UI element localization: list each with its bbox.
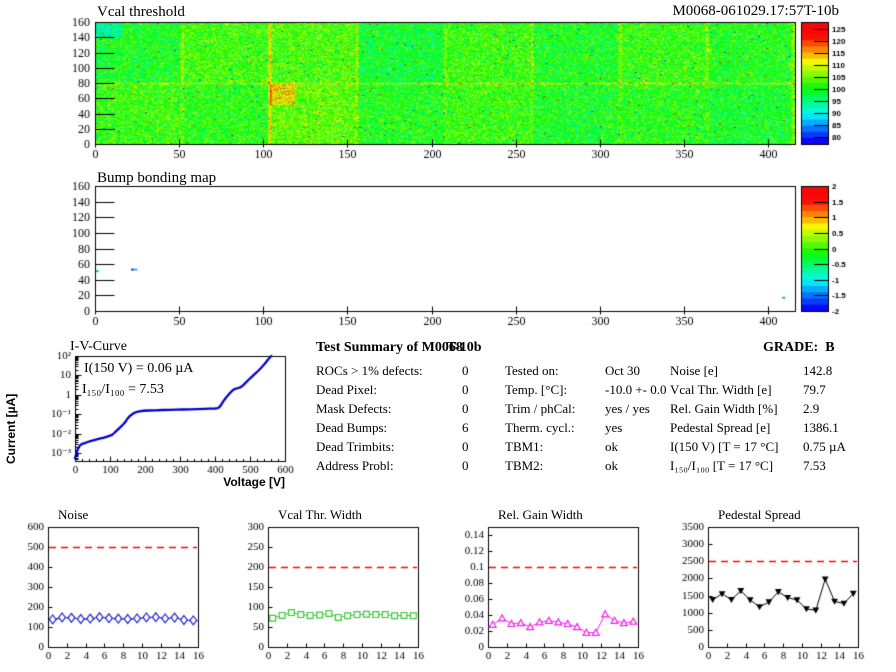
defect-value: 0 xyxy=(462,382,469,397)
defect-label: Dead Trimbits: xyxy=(316,439,395,454)
rel-gain-width-plot-canvas xyxy=(448,505,672,672)
result-value: 2.9 xyxy=(803,401,820,416)
test-summary-section: Test Summary of M0068 T-10b GRADE: B ROC… xyxy=(0,338,896,498)
summary-row: Dead Bumps: 6 Therm. cycl.: yes Pedestal Spr… xyxy=(316,420,891,439)
info-value: -10.0 +- 0.0 xyxy=(605,382,667,397)
summary-row: Mask Defects: 0 Trim / phCal: yes / yes Rel.… xyxy=(316,401,891,420)
result-label: I₁₅₀/I₁₀₀ [T = 17 °C] xyxy=(670,458,774,473)
summary-row: Dead Pixel: 0 Temp. [°C]: -10.0 +- 0.0 Vcal … xyxy=(316,382,891,401)
defect-label: ROCs > 1% defects: xyxy=(316,363,423,378)
module-test-report-page: { "summary": { "heading": "Test Summary … xyxy=(0,0,896,672)
info-label: Therm. cycl.: xyxy=(505,420,575,435)
defect-value: 0 xyxy=(462,458,469,473)
info-label: TBM1: xyxy=(505,439,544,454)
noise-plot-title: Noise xyxy=(58,507,89,522)
info-value: Oct 30 xyxy=(605,363,641,378)
info-label: Tested on: xyxy=(505,363,559,378)
defect-label: Mask Defects: xyxy=(316,401,392,416)
vcal-threshold-canvas xyxy=(0,0,896,166)
info-label: Trim / phCal: xyxy=(505,401,576,416)
pedestal-spread-plot-canvas xyxy=(672,505,896,672)
defect-value: 0 xyxy=(462,363,469,378)
vcal-threshold-section: Vcal threshold M0068-061029.17:57T-10b xyxy=(0,0,896,166)
info-value: yes / yes xyxy=(605,401,650,416)
result-value: 0.75 µA xyxy=(803,439,846,454)
vcal-thr-width-plot-canvas xyxy=(224,505,448,672)
result-label: Rel. Gain Width [%] xyxy=(670,401,778,416)
defect-value: 0 xyxy=(462,401,469,416)
info-label: TBM2: xyxy=(505,458,544,473)
result-value: 142.8 xyxy=(803,363,833,378)
result-label: Vcal Thr. Width [e] xyxy=(670,382,772,397)
module-id-title: M0068-061029.17:57T-10b xyxy=(672,3,839,19)
summary-row: Dead Trimbits: 0 TBM1: ok I(150 V) [T = 17 °… xyxy=(316,439,891,458)
pedestal-spread-plot-section: Pedestal Spread xyxy=(672,505,896,672)
summary-row: Address Probl: 0 TBM2: ok I₁₅₀/I₁₀₀ [T = 17 … xyxy=(316,458,891,477)
defect-value: 6 xyxy=(462,420,469,435)
rel-gain-width-plot-title: Rel. Gain Width xyxy=(498,507,583,522)
grade-label: GRADE: xyxy=(763,340,819,355)
pedestal-spread-plot-title: Pedestal Spread xyxy=(718,507,801,522)
defect-value: 0 xyxy=(462,439,469,454)
vcal-thr-width-plot-section: Vcal Thr. Width xyxy=(224,505,448,672)
grade-badge: GRADE: B xyxy=(763,340,835,355)
result-value: 1386.1 xyxy=(803,420,839,435)
result-label: Pedestal Spread [e] xyxy=(670,420,771,435)
info-value: yes xyxy=(605,420,623,435)
result-label: I(150 V) [T = 17 °C] xyxy=(670,439,779,454)
result-label: Noise [e] xyxy=(670,363,719,378)
noise-plot-canvas xyxy=(0,505,224,672)
summary-heading: Test Summary of M0068 xyxy=(316,340,463,355)
vcal-threshold-title: Vcal threshold xyxy=(97,4,185,20)
bump-bonding-title: Bump bonding map xyxy=(97,170,217,186)
info-value: ok xyxy=(605,439,618,454)
summary-module-type: T-10b xyxy=(447,340,482,355)
defect-label: Address Probl: xyxy=(316,458,394,473)
defect-label: Dead Pixel: xyxy=(316,382,378,397)
grade-value: B xyxy=(825,340,835,355)
noise-plot-section: Noise xyxy=(0,505,224,672)
summary-row: ROCs > 1% defects: 0 Tested on: Oct 30 Noise… xyxy=(316,363,891,382)
vcal-thr-width-plot-title: Vcal Thr. Width xyxy=(278,507,362,522)
bump-bonding-section: Bump bonding map xyxy=(0,168,896,336)
rel-gain-width-plot-section: Rel. Gain Width xyxy=(448,505,672,672)
defect-label: Dead Bumps: xyxy=(316,420,388,435)
info-value: ok xyxy=(605,458,618,473)
bump-bonding-canvas xyxy=(0,168,896,336)
info-label: Temp. [°C]: xyxy=(505,382,568,397)
result-value: 79.7 xyxy=(803,382,826,397)
result-value: 7.53 xyxy=(803,458,826,473)
